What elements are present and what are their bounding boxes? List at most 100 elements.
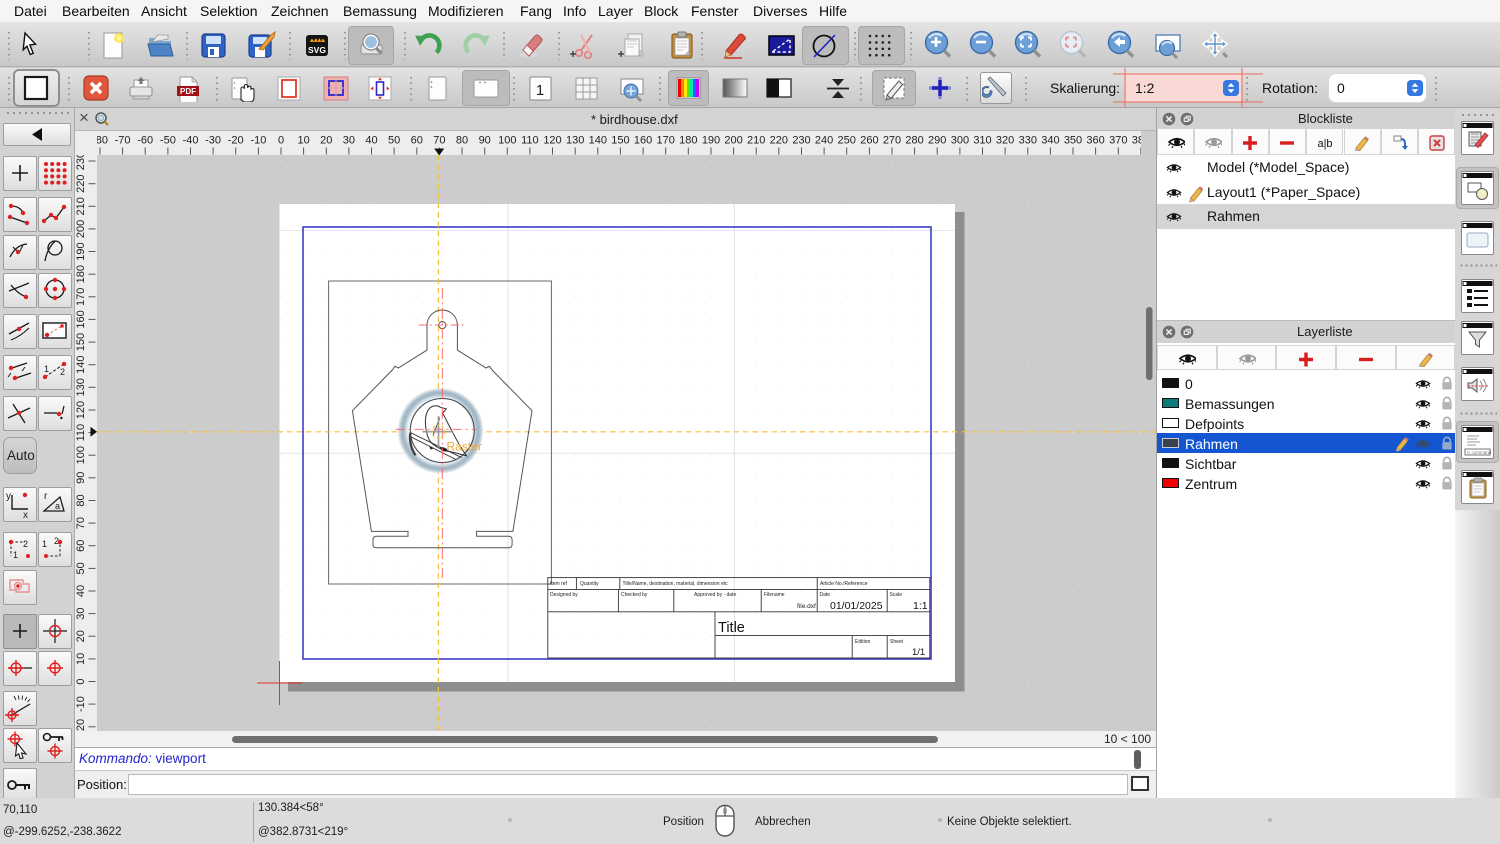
svg-text:140: 140 — [589, 135, 607, 147]
svg-text:Raster: Raster — [447, 440, 482, 454]
svg-text:50: 50 — [388, 135, 400, 147]
svg-text:160: 160 — [634, 135, 652, 147]
svg-text:-30: -30 — [205, 135, 221, 147]
svg-text:y: y — [6, 491, 11, 502]
svg-text:01/01/2025: 01/01/2025 — [830, 600, 883, 612]
svg-text:150: 150 — [611, 135, 629, 147]
svg-text:-50: -50 — [160, 135, 176, 147]
svg-text:1:1: 1:1 — [913, 600, 928, 612]
svg-text:1/1: 1/1 — [912, 647, 925, 658]
svg-text:220: 220 — [75, 175, 87, 193]
svg-text:Date: Date — [820, 592, 831, 598]
svg-text:230: 230 — [792, 135, 810, 147]
svg-text:30: 30 — [343, 135, 355, 147]
svg-text:Item ref: Item ref — [550, 581, 568, 587]
svg-text:Filename: Filename — [764, 592, 785, 598]
svg-text:270: 270 — [883, 135, 901, 147]
svg-text:2: 2 — [60, 367, 65, 377]
svg-text:Scale: Scale — [890, 592, 903, 598]
svg-text:Title: Title — [718, 620, 745, 636]
svg-text:110: 110 — [521, 135, 539, 147]
svg-text:170: 170 — [657, 135, 675, 147]
svg-text:120: 120 — [543, 135, 561, 147]
svg-text:10: 10 — [297, 135, 309, 147]
svg-text:Sheet: Sheet — [890, 639, 904, 645]
svg-text:100: 100 — [498, 135, 516, 147]
svg-text:Approved by - date: Approved by - date — [694, 592, 736, 598]
svg-text:220: 220 — [770, 135, 788, 147]
svg-text:80: 80 — [75, 494, 87, 506]
svg-text:60: 60 — [75, 540, 87, 552]
svg-text:310: 310 — [973, 135, 991, 147]
svg-text:380: 380 — [1132, 135, 1141, 147]
svg-text:Quantity: Quantity — [580, 581, 599, 587]
svg-text:360: 360 — [1086, 135, 1104, 147]
svg-text:-40: -40 — [183, 135, 199, 147]
svg-text:160: 160 — [75, 310, 87, 328]
svg-text:a|b: a|b — [1317, 138, 1332, 150]
svg-text:210: 210 — [747, 135, 765, 147]
svg-text:70: 70 — [433, 135, 445, 147]
svg-text:file.dxf: file.dxf — [797, 603, 816, 610]
svg-text:250: 250 — [838, 135, 856, 147]
svg-text:200: 200 — [75, 220, 87, 238]
svg-text:Title/Name, destination, mater: Title/Name, destination, material, dimen… — [623, 581, 729, 587]
svg-text:80: 80 — [456, 135, 468, 147]
svg-text:1: 1 — [44, 364, 49, 374]
svg-text:-20: -20 — [75, 719, 87, 731]
svg-text:Designed by: Designed by — [550, 592, 578, 598]
svg-text:1: 1 — [42, 539, 47, 549]
svg-text:-70: -70 — [115, 135, 131, 147]
svg-text:-80: -80 — [97, 135, 108, 147]
svg-text:130: 130 — [566, 135, 584, 147]
svg-text:210: 210 — [75, 197, 87, 215]
svg-text:300: 300 — [951, 135, 969, 147]
svg-text:190: 190 — [75, 242, 87, 260]
svg-text:40: 40 — [365, 135, 377, 147]
svg-text:140: 140 — [75, 356, 87, 374]
svg-text:240: 240 — [815, 135, 833, 147]
svg-text:1: 1 — [13, 550, 18, 560]
svg-text:260: 260 — [860, 135, 878, 147]
svg-text:-20: -20 — [228, 135, 244, 147]
svg-text:180: 180 — [679, 135, 697, 147]
svg-text:1: 1 — [536, 82, 544, 99]
svg-text:340: 340 — [1041, 135, 1059, 147]
svg-text:2: 2 — [54, 536, 59, 546]
svg-text:110: 110 — [75, 424, 87, 442]
svg-text:100: 100 — [75, 446, 87, 464]
svg-text:190: 190 — [702, 135, 720, 147]
svg-text:150: 150 — [75, 333, 87, 351]
svg-text:Checked by: Checked by — [621, 592, 648, 598]
svg-text:SVG: SVG — [308, 45, 326, 55]
svg-text:40: 40 — [75, 585, 87, 597]
svg-text:Article No./Reference: Article No./Reference — [820, 581, 868, 587]
svg-text:Edition: Edition — [855, 639, 871, 645]
svg-text:10: 10 — [75, 653, 87, 665]
svg-text:320: 320 — [996, 135, 1014, 147]
svg-text:2: 2 — [23, 539, 28, 549]
svg-text:90: 90 — [479, 135, 491, 147]
svg-text:330: 330 — [1019, 135, 1037, 147]
svg-text:PDF: PDF — [180, 87, 196, 96]
svg-text:C command: C command — [1467, 450, 1492, 455]
svg-text:180: 180 — [75, 265, 87, 283]
svg-text:350: 350 — [1064, 135, 1082, 147]
svg-text:120: 120 — [75, 401, 87, 419]
svg-text:0: 0 — [278, 135, 284, 147]
svg-text:70: 70 — [75, 517, 87, 529]
svg-text:0: 0 — [75, 678, 87, 684]
svg-text:280: 280 — [905, 135, 923, 147]
svg-text:200: 200 — [724, 135, 742, 147]
svg-text:-10: -10 — [250, 135, 266, 147]
svg-text:60: 60 — [411, 135, 423, 147]
svg-text:-60: -60 — [137, 135, 153, 147]
svg-text:370: 370 — [1109, 135, 1127, 147]
svg-text:170: 170 — [75, 288, 87, 306]
svg-text:20: 20 — [320, 135, 332, 147]
svg-text:50: 50 — [75, 562, 87, 574]
svg-text:30: 30 — [75, 607, 87, 619]
svg-text:-10: -10 — [75, 696, 87, 712]
svg-text:r: r — [44, 491, 48, 502]
svg-text:20: 20 — [75, 630, 87, 642]
